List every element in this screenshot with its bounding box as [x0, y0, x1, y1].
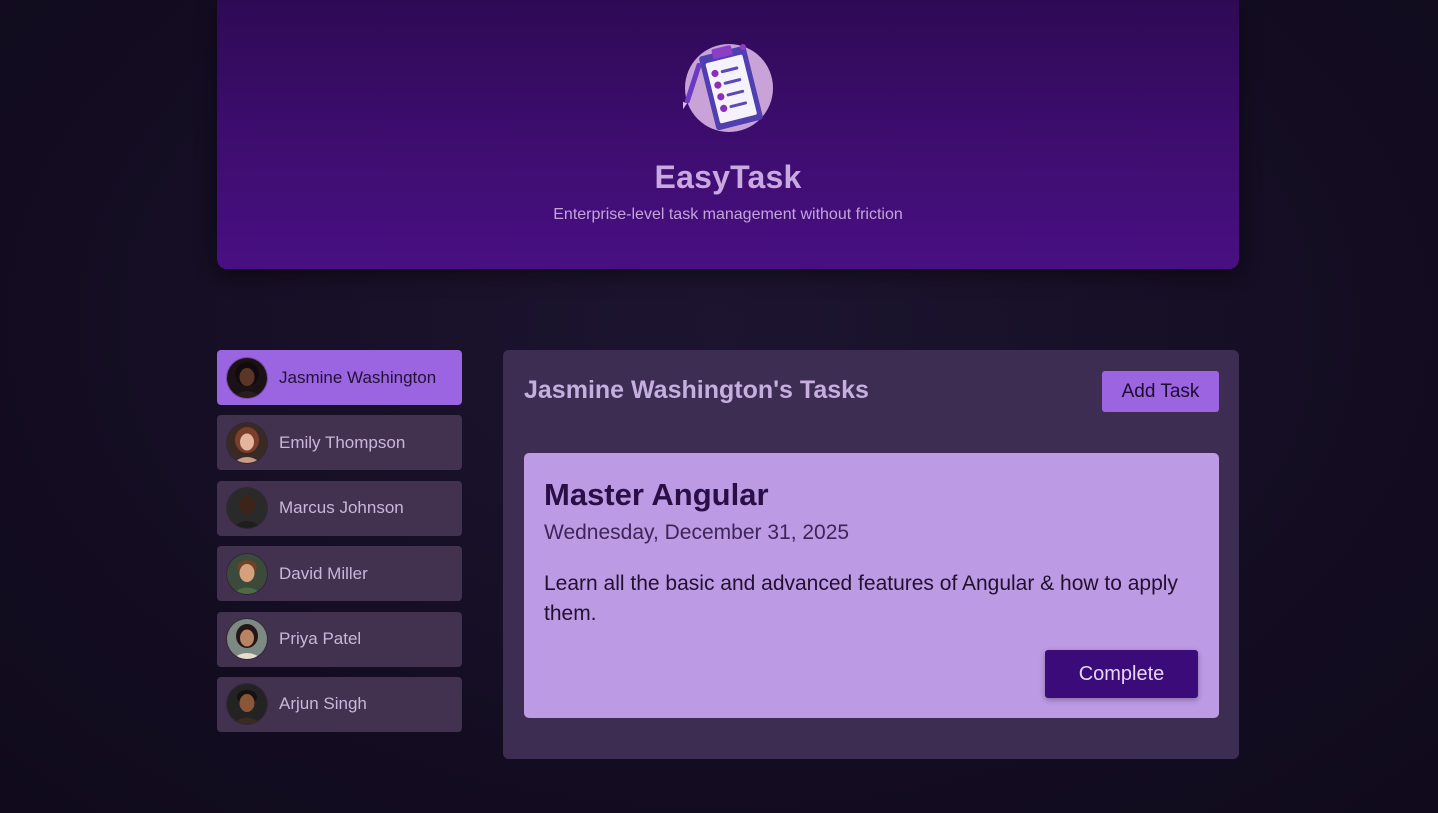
user-name: Marcus Johnson — [279, 498, 404, 518]
task-title: Master Angular — [544, 477, 769, 512]
user-name: David Miller — [279, 563, 368, 583]
avatar — [227, 488, 267, 529]
tasks-heading: Jasmine Washington's Tasks — [524, 376, 869, 404]
task-due-date: Wednesday, December 31, 2025 — [544, 521, 850, 544]
app-tagline: Enterprise-level task management without… — [553, 206, 903, 223]
add-task-button[interactable]: Add Task — [1102, 371, 1219, 412]
avatar — [227, 619, 267, 660]
task-summary: Learn all the basic and advanced feature… — [544, 572, 1178, 625]
task-card: Master Angular Wednesday, December 31, 2… — [524, 453, 1219, 718]
avatar — [227, 422, 267, 463]
app-header: EasyTask Enterprise-level task managemen… — [217, 0, 1239, 269]
complete-button[interactable]: Complete — [1045, 650, 1198, 698]
avatar — [227, 553, 267, 594]
app-title: EasyTask — [654, 159, 802, 195]
user-item-david-miller[interactable]: David Miller — [217, 546, 462, 602]
clipboard-checklist-icon — [682, 40, 775, 136]
user-item-emily-thompson[interactable]: Emily Thompson — [217, 415, 462, 471]
user-item-jasmine-washington[interactable]: Jasmine Washington — [217, 350, 462, 405]
avatar — [227, 684, 267, 725]
user-name: Jasmine Washington — [279, 367, 437, 387]
avatar — [227, 357, 267, 398]
user-name: Arjun Singh — [279, 694, 367, 714]
tasks-panel: Jasmine Washington's Tasks Add Task Mast… — [503, 350, 1239, 759]
user-name: Emily Thompson — [279, 432, 406, 452]
user-item-marcus-johnson[interactable]: Marcus Johnson — [217, 480, 462, 536]
user-item-priya-patel[interactable]: Priya Patel — [217, 611, 462, 667]
user-list: Jasmine Washington Emily Thompson Marcus… — [217, 350, 462, 742]
user-item-arjun-singh[interactable]: Arjun Singh — [217, 676, 462, 732]
user-name: Priya Patel — [279, 629, 362, 649]
